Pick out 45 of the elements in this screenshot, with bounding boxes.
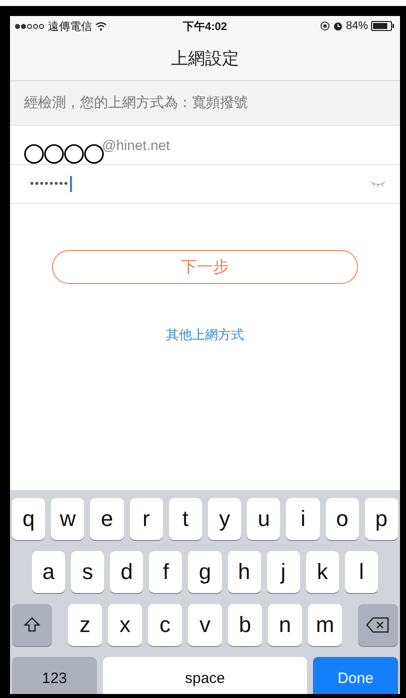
- other-methods-link[interactable]: 其他上網方式: [166, 326, 244, 344]
- status-time: 下午4:02: [182, 20, 228, 34]
- shift-icon: [23, 616, 41, 634]
- letter-key[interactable]: x: [108, 604, 142, 646]
- numbers-key[interactable]: 123: [12, 657, 97, 694]
- letter-key[interactable]: k: [306, 551, 339, 593]
- letter-key[interactable]: d: [110, 551, 144, 593]
- battery-icon: [371, 21, 395, 31]
- rotation-lock-icon: [320, 21, 330, 31]
- letter-key[interactable]: o: [326, 498, 359, 540]
- letter-key[interactable]: l: [344, 551, 378, 593]
- letter-key[interactable]: j: [266, 551, 300, 593]
- backspace-key[interactable]: [358, 604, 398, 646]
- letter-key[interactable]: r: [130, 498, 163, 540]
- letter-key[interactable]: q: [12, 498, 46, 540]
- letter-key[interactable]: z: [68, 604, 102, 646]
- letter-key[interactable]: n: [268, 604, 302, 646]
- detection-message: 經檢測，您的上網方式為：寬頻撥號: [24, 94, 248, 112]
- shift-key[interactable]: [12, 604, 52, 646]
- letter-key[interactable]: p: [364, 498, 398, 540]
- letter-key[interactable]: s: [71, 551, 104, 593]
- letter-key[interactable]: t: [168, 498, 202, 540]
- battery-percentage: 84%: [346, 20, 368, 32]
- account-field[interactable]: @hinet.net: [102, 137, 170, 153]
- wifi-icon: [95, 22, 107, 30]
- letter-key[interactable]: m: [308, 604, 342, 646]
- letter-key[interactable]: a: [32, 551, 66, 593]
- letter-key[interactable]: f: [149, 551, 182, 593]
- carrier-name: 遠傳電信: [48, 20, 92, 34]
- letter-key[interactable]: u: [247, 498, 280, 540]
- letter-key[interactable]: g: [188, 551, 222, 593]
- letter-key[interactable]: v: [188, 604, 222, 646]
- letter-key[interactable]: i: [286, 498, 320, 540]
- screen-title: 上網設定: [171, 48, 239, 70]
- letter-key[interactable]: y: [208, 498, 242, 540]
- letter-key[interactable]: w: [51, 498, 84, 540]
- done-key[interactable]: Done: [313, 657, 398, 694]
- letter-key[interactable]: c: [148, 604, 182, 646]
- letter-key[interactable]: e: [90, 498, 124, 540]
- backspace-icon: [366, 617, 390, 633]
- space-key[interactable]: space: [103, 657, 307, 694]
- letter-key[interactable]: b: [228, 604, 262, 646]
- letter-key[interactable]: h: [228, 551, 261, 593]
- alarm-icon: [332, 21, 343, 31]
- password-field[interactable]: ••••••••: [30, 178, 69, 190]
